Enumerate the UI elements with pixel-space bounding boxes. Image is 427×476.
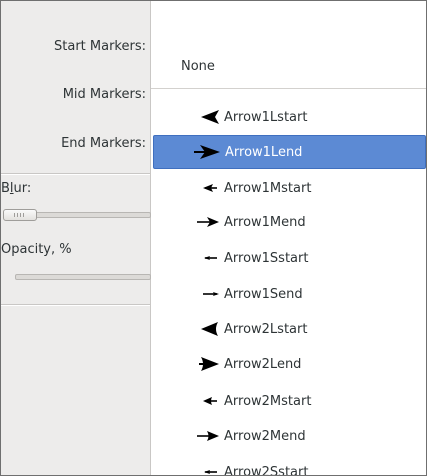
arrow-1-small-end-icon bbox=[151, 284, 221, 304]
marker-option-label: Arrow2Mstart bbox=[224, 393, 312, 409]
marker-option-none[interactable]: None bbox=[181, 59, 215, 74]
arrow-1-medium-end-icon bbox=[151, 212, 221, 232]
marker-option-label: Arrow1Mend bbox=[224, 214, 306, 230]
list-separator bbox=[151, 88, 426, 89]
marker-option-label: Arrow1Lend bbox=[225, 144, 303, 160]
blur-slider-handle[interactable] bbox=[3, 209, 37, 221]
marker-option-label: Arrow1Lstart bbox=[224, 109, 308, 125]
mid-markers-label: Mid Markers: bbox=[62, 87, 146, 102]
marker-option-arrow1send[interactable]: Arrow1Send bbox=[151, 277, 426, 311]
separator-lower-highlight bbox=[1, 305, 150, 306]
marker-option-label: Arrow1Mstart bbox=[224, 180, 312, 196]
settings-panel: Start Markers: Mid Markers: End Markers:… bbox=[1, 1, 151, 475]
marker-option-label: Arrow2Mend bbox=[224, 428, 306, 444]
grip-icon bbox=[14, 213, 26, 217]
opacity-slider[interactable] bbox=[1, 272, 151, 282]
marker-option-label: Arrow1Send bbox=[224, 286, 303, 302]
arrow-2-large-start-icon bbox=[151, 319, 221, 339]
marker-option-arrow2lstart[interactable]: Arrow2Lstart bbox=[151, 312, 426, 346]
arrow-1-medium-start-icon bbox=[151, 178, 221, 198]
arrow-1-small-start-icon bbox=[151, 248, 221, 268]
marker-option-arrow2mstart[interactable]: Arrow2Mstart bbox=[151, 384, 426, 418]
marker-option-arrow2mend[interactable]: Arrow2Mend bbox=[151, 419, 426, 453]
blur-slider[interactable] bbox=[1, 207, 151, 223]
blur-label: Blur: bbox=[1, 181, 32, 196]
arrow-1-large-start-icon bbox=[151, 107, 221, 127]
marker-option-label: Arrow2Lstart bbox=[224, 321, 308, 337]
marker-option-arrow1lstart[interactable]: Arrow1Lstart bbox=[151, 100, 426, 134]
marker-option-arrow1lend[interactable]: Arrow1Lend bbox=[153, 135, 426, 169]
opacity-slider-track[interactable] bbox=[15, 274, 151, 280]
arrow-2-medium-end-icon bbox=[151, 426, 221, 446]
marker-option-arrow1mend[interactable]: Arrow1Mend bbox=[151, 205, 426, 239]
arrow-1-large-end-icon bbox=[154, 142, 222, 162]
arrow-2-medium-start-icon bbox=[151, 391, 221, 411]
fill-stroke-dialog: Start Markers: Mid Markers: End Markers:… bbox=[0, 0, 427, 476]
marker-option-arrow1sstart[interactable]: Arrow1Sstart bbox=[151, 241, 426, 275]
separator-highlight bbox=[1, 174, 150, 175]
marker-option-label: Arrow1Sstart bbox=[224, 250, 309, 266]
arrow-2-small-start-icon bbox=[151, 462, 221, 475]
arrow-2-large-end-icon bbox=[151, 354, 221, 374]
end-markers-dropdown-list[interactable]: None Arrow1Lstart Arrow1Lend Arrow1Mstar… bbox=[151, 1, 426, 475]
marker-option-label: Arrow2Sstart bbox=[224, 464, 309, 476]
marker-option-arrow1mstart[interactable]: Arrow1Mstart bbox=[151, 171, 426, 205]
opacity-label: Opacity, % bbox=[1, 242, 72, 257]
marker-option-arrow2lend[interactable]: Arrow2Lend bbox=[151, 347, 426, 381]
marker-option-arrow2sstart[interactable]: Arrow2Sstart bbox=[151, 455, 426, 476]
start-markers-label: Start Markers: bbox=[54, 39, 146, 54]
marker-option-label: Arrow2Lend bbox=[224, 356, 302, 372]
end-markers-label: End Markers: bbox=[61, 136, 146, 151]
